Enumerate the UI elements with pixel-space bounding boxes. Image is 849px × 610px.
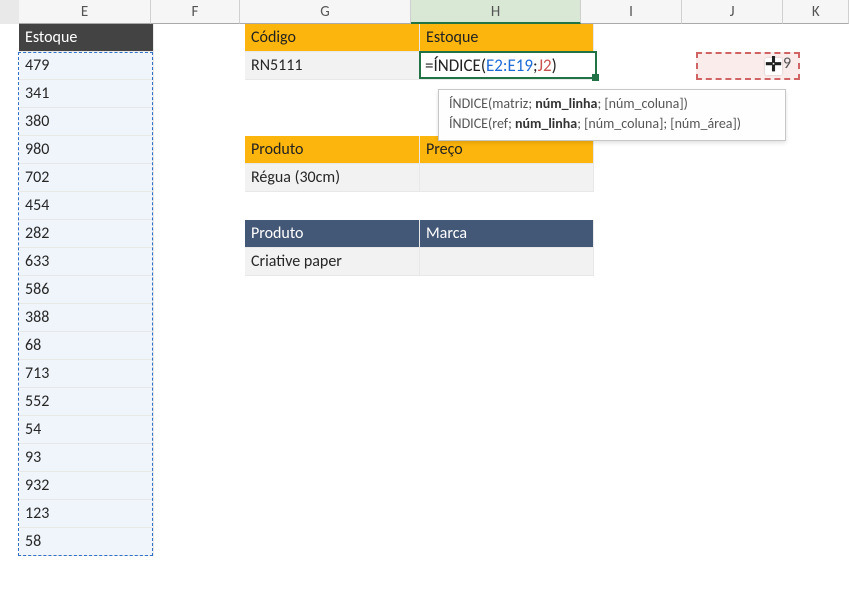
column-header-E[interactable]: E	[19, 0, 151, 24]
header-produto2: Produto	[245, 220, 420, 248]
header-marca: Marca	[420, 220, 594, 248]
codigo-value[interactable]: RN5111	[245, 52, 420, 80]
tooltip-arg: núm_linha	[535, 95, 597, 112]
estoque-cell[interactable]: 388	[19, 304, 154, 332]
tooltip-text: ÍNDICE(ref;	[449, 115, 515, 132]
estoque-cell[interactable]: 633	[19, 248, 154, 276]
header-estoque: Estoque	[19, 24, 154, 52]
estoque-cell[interactable]: 980	[19, 136, 154, 164]
produto1-value[interactable]: Régua (30cm)	[245, 164, 420, 192]
column-header-F[interactable]: F	[151, 0, 240, 24]
marca-value[interactable]	[420, 248, 594, 276]
column-header-K[interactable]: K	[783, 0, 849, 24]
fill-handle[interactable]	[592, 74, 599, 81]
estoque-cell[interactable]: 932	[19, 472, 154, 500]
column-header-J[interactable]: J	[682, 0, 784, 24]
cell-cursor-icon: ✛	[765, 58, 782, 75]
estoque-cell[interactable]: 54	[19, 416, 154, 444]
column-header-G[interactable]: G	[240, 0, 411, 24]
column-header-row: EFGHIJK	[0, 0, 849, 24]
estoque-cell[interactable]: 586	[19, 276, 154, 304]
estoque-cell[interactable]: 713	[19, 360, 154, 388]
formula-tooltip: ÍNDICE(matriz; núm_linha; [núm_coluna]) …	[438, 89, 786, 141]
estoque-cell[interactable]: 93	[19, 444, 154, 472]
tooltip-arg: núm_linha	[515, 115, 577, 132]
estoque-cell[interactable]: 68	[19, 332, 154, 360]
estoque-cell[interactable]: 341	[19, 80, 154, 108]
tooltip-text: ÍNDICE(matriz;	[449, 95, 535, 112]
formula-editing-cell[interactable]: =ÍNDICE(E2:E19;J2)	[419, 51, 597, 79]
estoque-cell[interactable]: 123	[19, 500, 154, 528]
header-codigo: Código	[245, 24, 420, 52]
formula-prefix: =ÍNDICE(	[425, 55, 486, 76]
tooltip-text: ; [núm_coluna])	[597, 95, 687, 112]
spreadsheet[interactable]: EFGHIJK Estoque4793413809807024542826335…	[0, 0, 849, 610]
estoque-cell[interactable]: 454	[19, 192, 154, 220]
header-estoque2: Estoque	[420, 24, 594, 52]
produto2-value[interactable]: Criative paper	[245, 248, 420, 276]
j2-cell-value[interactable]: 9	[783, 54, 791, 73]
column-header-H[interactable]: H	[411, 0, 581, 24]
estoque-cell[interactable]: 552	[19, 388, 154, 416]
formula-suffix: )	[552, 55, 557, 76]
tooltip-text: ; [núm_coluna]; [núm_área])	[577, 115, 741, 132]
estoque-cell[interactable]: 479	[19, 52, 154, 80]
column-header-I[interactable]: I	[581, 0, 682, 24]
preco-value[interactable]	[420, 164, 594, 192]
estoque-cell[interactable]: 702	[19, 164, 154, 192]
formula-ref2: J2	[538, 55, 552, 76]
estoque-cell[interactable]: 58	[19, 528, 154, 556]
estoque-cell[interactable]: 282	[19, 220, 154, 248]
estoque-cell[interactable]: 380	[19, 108, 154, 136]
formula-ref1: E2:E19	[486, 55, 533, 76]
header-produto1: Produto	[245, 136, 420, 164]
